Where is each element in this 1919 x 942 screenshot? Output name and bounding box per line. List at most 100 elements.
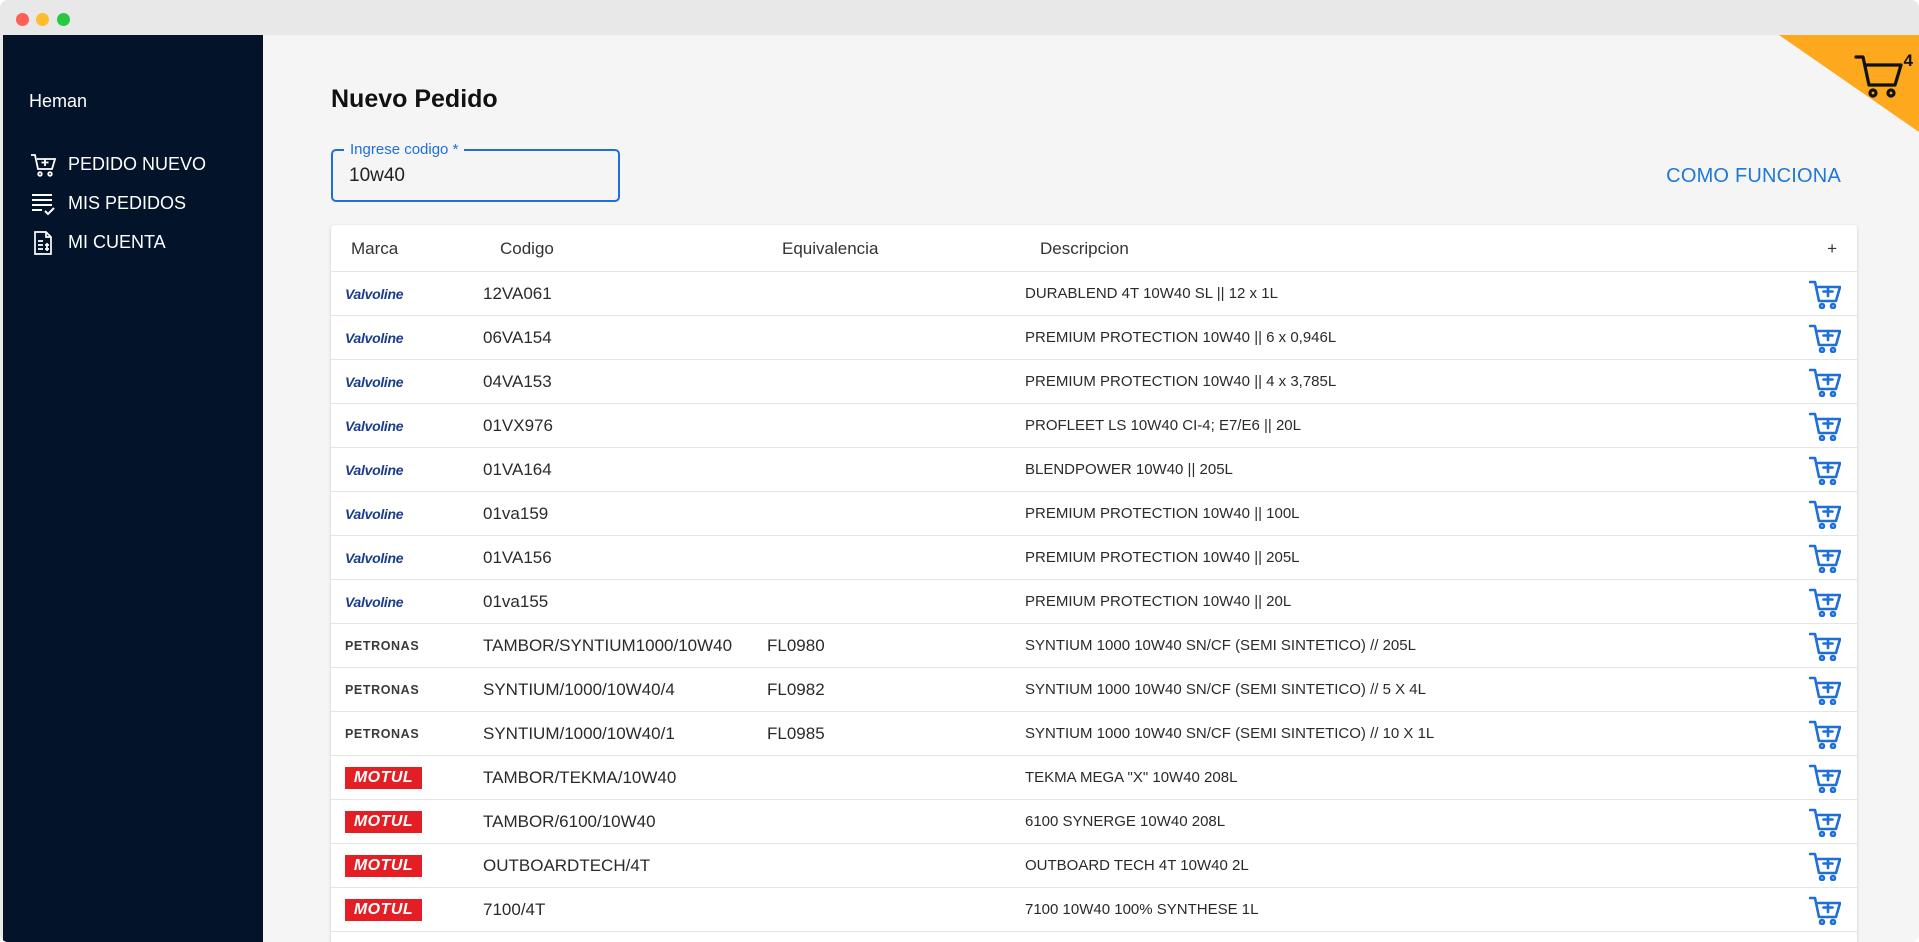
product-description: PREMIUM PROTECTION 10W40 || 6 x 0,946L bbox=[1025, 329, 1337, 346]
product-description: SYNTIUM 1000 10W40 SN/CF (SEMI SINTETICO… bbox=[1025, 725, 1435, 742]
product-code: TAMBOR/SYNTIUM1000/10W40 bbox=[483, 636, 733, 655]
add-to-cart-icon[interactable] bbox=[1808, 543, 1842, 574]
add-to-cart-icon[interactable] bbox=[1808, 279, 1842, 310]
table-row: Valvoline 01VA156 PREMIUM PROTECTION 10W40… bbox=[331, 536, 1857, 580]
column-header-add: + bbox=[1827, 239, 1837, 258]
table-row: Valvoline 06VA154 PREMIUM PROTECTION 10W40… bbox=[331, 316, 1857, 360]
sidebar-item-mi-cuenta[interactable]: MI CUENTA bbox=[3, 223, 263, 262]
add-to-cart-icon[interactable] bbox=[1808, 719, 1842, 750]
table-row: Valvoline 04VA153 PREMIUM PROTECTION 10W40… bbox=[331, 360, 1857, 404]
brand-logo-valvoline: Valvoline bbox=[345, 374, 404, 390]
brand-logo-motul: MOTUL bbox=[345, 899, 422, 921]
sidebar-item-pedido-nuevo[interactable]: PEDIDO NUEVO bbox=[3, 145, 263, 184]
products-table: Marca Codigo Equivalencia Descripcion + … bbox=[331, 225, 1857, 942]
product-code: SYNTIUM/1000/10W40/4 bbox=[483, 680, 675, 699]
product-description: PROFLEET LS 10W40 CI-4; E7/E6 || 20L bbox=[1025, 417, 1301, 434]
add-to-cart-icon[interactable] bbox=[1808, 631, 1842, 662]
product-code: 01VX976 bbox=[483, 416, 553, 435]
main-content: 4 Nuevo Pedido Ingrese codigo * COMO FUN… bbox=[263, 35, 1919, 942]
product-equivalence: FL0985 bbox=[767, 724, 825, 743]
brand-logo-petronas: PETRONAS bbox=[345, 727, 420, 741]
maximize-window-button[interactable] bbox=[57, 13, 70, 26]
sidebar: Heman PEDIDO NUEVO MIS PEDIDOS MI CUENTA bbox=[3, 35, 263, 942]
product-equivalence: FL0982 bbox=[767, 680, 825, 699]
add-to-cart-icon[interactable] bbox=[1808, 411, 1842, 442]
add-to-cart-icon[interactable] bbox=[1808, 675, 1842, 706]
sidebar-nav: PEDIDO NUEVO MIS PEDIDOS MI CUENTA bbox=[3, 145, 263, 262]
add-to-cart-icon[interactable] bbox=[1808, 323, 1842, 354]
table-row: Valvoline 01VA164 BLENDPOWER 10W40 || 205L bbox=[331, 448, 1857, 492]
brand-logo-valvoline: Valvoline bbox=[345, 418, 404, 434]
brand-logo-motul: MOTUL bbox=[345, 767, 422, 789]
brand-logo-motul: MOTUL bbox=[345, 811, 422, 833]
table-body: Valvoline 12VA061 DURABLEND 4T 10W40 SL ||… bbox=[331, 272, 1857, 932]
table-row: Valvoline 01va155 PREMIUM PROTECTION 10W40… bbox=[331, 580, 1857, 624]
product-description: OUTBOARD TECH 4T 10W40 2L bbox=[1025, 857, 1249, 874]
column-header-codigo[interactable]: Codigo bbox=[500, 239, 554, 259]
product-code: 01VA164 bbox=[483, 460, 552, 479]
brand-logo-valvoline: Valvoline bbox=[345, 594, 404, 610]
table-row: PETRONAS TAMBOR/SYNTIUM1000/10W40 FL0980 SY… bbox=[331, 624, 1857, 668]
sidebar-item-label: PEDIDO NUEVO bbox=[68, 154, 207, 174]
table-row: MOTUL 7100/4T 7100 10W40 100% SYNTHESE 1L bbox=[331, 888, 1857, 932]
cart-icon[interactable] bbox=[1853, 51, 1905, 99]
user-name: Heman bbox=[29, 91, 88, 111]
code-search-input[interactable] bbox=[349, 165, 609, 187]
product-code: OUTBOARDTECH/4T bbox=[483, 856, 651, 875]
add-to-cart-icon[interactable] bbox=[1808, 895, 1842, 926]
add-to-cart-icon[interactable] bbox=[1808, 851, 1842, 882]
table-row: MOTUL TAMBOR/TEKMA/10W40 TEKMA MEGA "X" 10… bbox=[331, 756, 1857, 800]
product-code: 01VA156 bbox=[483, 548, 552, 567]
brand-logo-valvoline: Valvoline bbox=[345, 506, 404, 522]
product-code: TAMBOR/TEKMA/10W40 bbox=[483, 768, 677, 787]
product-description: PREMIUM PROTECTION 10W40 || 205L bbox=[1025, 549, 1300, 566]
table-row: PETRONAS SYNTIUM/1000/10W40/1 FL0985 SYNTIU… bbox=[331, 712, 1857, 756]
brand-logo-valvoline: Valvoline bbox=[345, 462, 404, 478]
brand-logo-motul: MOTUL bbox=[345, 855, 422, 877]
product-code: 01va159 bbox=[483, 504, 549, 523]
product-description: PREMIUM PROTECTION 10W40 || 100L bbox=[1025, 505, 1300, 522]
sidebar-item-label: MI CUENTA bbox=[68, 232, 166, 252]
document-account-icon bbox=[34, 230, 52, 255]
column-header-equivalencia[interactable]: Equivalencia bbox=[782, 239, 878, 259]
brand-logo-valvoline: Valvoline bbox=[345, 286, 404, 302]
title-bar bbox=[0, 0, 1919, 35]
code-search-label-text: Ingrese codigo bbox=[350, 141, 449, 158]
cart-plus-icon bbox=[31, 153, 57, 177]
page-title: Nuevo Pedido bbox=[331, 85, 498, 113]
required-mark: * bbox=[452, 141, 459, 158]
table-row: Valvoline 01VX976 PROFLEET LS 10W40 CI-4; … bbox=[331, 404, 1857, 448]
code-search-field: Ingrese codigo * bbox=[331, 141, 620, 202]
code-search-label: Ingrese codigo * bbox=[344, 141, 465, 159]
sidebar-item-label: MIS PEDIDOS bbox=[68, 193, 187, 213]
product-code: 7100/4T bbox=[483, 900, 546, 919]
product-description: DURABLEND 4T 10W40 SL || 12 x 1L bbox=[1025, 285, 1278, 302]
app-window: Heman PEDIDO NUEVO MIS PEDIDOS MI CUENTA… bbox=[0, 0, 1919, 942]
product-description: 6100 SYNERGE 10W40 208L bbox=[1025, 813, 1226, 830]
cart-count-badge: 4 bbox=[1903, 51, 1913, 70]
column-header-marca[interactable]: Marca bbox=[351, 239, 398, 259]
product-description: 7100 10W40 100% SYNTHESE 1L bbox=[1025, 901, 1259, 918]
table-row: MOTUL TAMBOR/6100/10W40 6100 SYNERGE 10W40… bbox=[331, 800, 1857, 844]
table-row: PETRONAS SYNTIUM/1000/10W40/4 FL0982 SYNTIU… bbox=[331, 668, 1857, 712]
table-row: MOTUL OUTBOARDTECH/4T OUTBOARD TECH 4T 10W… bbox=[331, 844, 1857, 888]
product-code: 01va155 bbox=[483, 592, 549, 611]
product-description: BLENDPOWER 10W40 || 205L bbox=[1025, 461, 1233, 478]
add-to-cart-icon[interactable] bbox=[1808, 807, 1842, 838]
brand-logo-valvoline: Valvoline bbox=[345, 330, 404, 346]
minimize-window-button[interactable] bbox=[36, 13, 49, 26]
add-to-cart-icon[interactable] bbox=[1808, 587, 1842, 618]
product-description: PREMIUM PROTECTION 10W40 || 20L bbox=[1025, 593, 1292, 610]
product-code: TAMBOR/6100/10W40 bbox=[483, 812, 656, 831]
product-description: TEKMA MEGA "X" 10W40 208L bbox=[1025, 769, 1238, 786]
add-to-cart-icon[interactable] bbox=[1808, 455, 1842, 486]
sidebar-item-mis-pedidos[interactable]: MIS PEDIDOS bbox=[3, 184, 263, 223]
add-to-cart-icon[interactable] bbox=[1808, 763, 1842, 794]
como-funciona-link[interactable]: COMO FUNCIONA bbox=[1666, 165, 1841, 188]
add-to-cart-icon[interactable] bbox=[1808, 499, 1842, 530]
add-to-cart-icon[interactable] bbox=[1808, 367, 1842, 398]
table-header: Marca Codigo Equivalencia Descripcion + bbox=[331, 225, 1857, 272]
product-code: 06VA154 bbox=[483, 328, 552, 347]
close-window-button[interactable] bbox=[16, 13, 29, 26]
column-header-descripcion[interactable]: Descripcion bbox=[1040, 239, 1129, 259]
